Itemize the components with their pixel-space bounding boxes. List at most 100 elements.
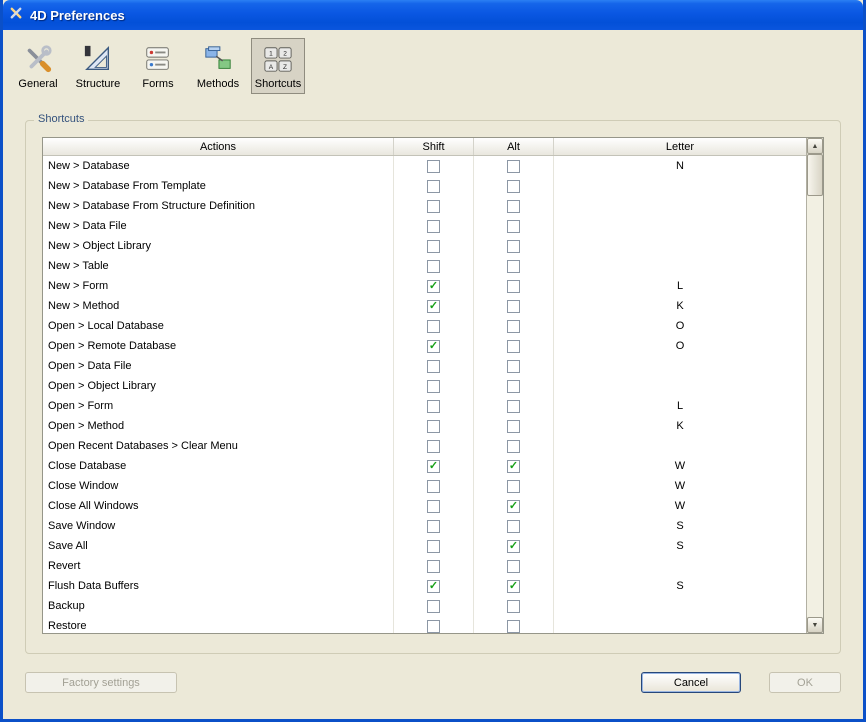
scrollbar-track[interactable] bbox=[807, 154, 823, 617]
shift-checkbox[interactable] bbox=[427, 380, 440, 393]
ok-button[interactable]: OK bbox=[769, 672, 841, 693]
table-row[interactable]: New > Database From Structure Definition bbox=[43, 196, 806, 216]
shift-checkbox[interactable]: ✓ bbox=[427, 460, 440, 473]
toolbar-item-shortcuts[interactable]: 12AZShortcuts bbox=[251, 38, 305, 94]
column-header-shift[interactable]: Shift bbox=[394, 138, 474, 155]
alt-cell bbox=[474, 556, 554, 576]
table-row[interactable]: Open > Object Library bbox=[43, 376, 806, 396]
shift-checkbox[interactable] bbox=[427, 240, 440, 253]
column-header-letter[interactable]: Letter bbox=[554, 138, 806, 155]
table-row[interactable]: New > Database From Template bbox=[43, 176, 806, 196]
alt-checkbox[interactable] bbox=[507, 440, 520, 453]
alt-checkbox[interactable] bbox=[507, 360, 520, 373]
scrollbar-thumb[interactable] bbox=[807, 154, 823, 196]
alt-checkbox[interactable]: ✓ bbox=[507, 580, 520, 593]
toolbar-item-general[interactable]: General bbox=[11, 38, 65, 94]
table-row[interactable]: Open > Local DatabaseO bbox=[43, 316, 806, 336]
shift-checkbox[interactable]: ✓ bbox=[427, 580, 440, 593]
vertical-scrollbar[interactable]: ▲ ▼ bbox=[806, 138, 823, 633]
table-row[interactable]: Close All Windows✓W bbox=[43, 496, 806, 516]
table-row[interactable]: Save All✓S bbox=[43, 536, 806, 556]
shift-checkbox[interactable] bbox=[427, 200, 440, 213]
table-row[interactable]: New > Method✓K bbox=[43, 296, 806, 316]
scroll-up-icon[interactable]: ▲ bbox=[807, 138, 823, 154]
table-row[interactable]: New > Table bbox=[43, 256, 806, 276]
shift-checkbox[interactable] bbox=[427, 220, 440, 233]
table-row[interactable]: Open > Remote Database✓O bbox=[43, 336, 806, 356]
shift-checkbox[interactable] bbox=[427, 540, 440, 553]
alt-checkbox[interactable] bbox=[507, 340, 520, 353]
alt-checkbox[interactable]: ✓ bbox=[507, 460, 520, 473]
table-row[interactable]: Backup bbox=[43, 596, 806, 616]
table-row[interactable]: New > DatabaseN bbox=[43, 156, 806, 176]
column-header-alt[interactable]: Alt bbox=[474, 138, 554, 155]
alt-checkbox[interactable] bbox=[507, 420, 520, 433]
table-row[interactable]: Flush Data Buffers✓✓S bbox=[43, 576, 806, 596]
shift-checkbox[interactable] bbox=[427, 260, 440, 273]
shift-cell: ✓ bbox=[394, 276, 474, 296]
table-row[interactable]: Open Recent Databases > Clear Menu bbox=[43, 436, 806, 456]
shift-cell bbox=[394, 376, 474, 396]
alt-checkbox[interactable] bbox=[507, 200, 520, 213]
shift-checkbox[interactable] bbox=[427, 560, 440, 573]
table-row[interactable]: New > Data File bbox=[43, 216, 806, 236]
alt-checkbox[interactable] bbox=[507, 220, 520, 233]
toolbar-item-structure[interactable]: Structure bbox=[71, 38, 125, 94]
toolbar-item-forms[interactable]: Forms bbox=[131, 38, 185, 94]
table-row[interactable]: Open > Data File bbox=[43, 356, 806, 376]
alt-checkbox[interactable] bbox=[507, 600, 520, 613]
window-title: 4D Preferences bbox=[30, 8, 125, 23]
shift-checkbox[interactable] bbox=[427, 480, 440, 493]
shift-checkbox[interactable] bbox=[427, 320, 440, 333]
alt-checkbox[interactable] bbox=[507, 400, 520, 413]
shift-checkbox[interactable] bbox=[427, 440, 440, 453]
alt-checkbox[interactable] bbox=[507, 560, 520, 573]
alt-cell: ✓ bbox=[474, 536, 554, 556]
alt-checkbox[interactable] bbox=[507, 480, 520, 493]
alt-checkbox[interactable] bbox=[507, 260, 520, 273]
shift-checkbox[interactable] bbox=[427, 520, 440, 533]
shift-checkbox[interactable]: ✓ bbox=[427, 280, 440, 293]
table-row[interactable]: Revert bbox=[43, 556, 806, 576]
alt-checkbox[interactable] bbox=[507, 180, 520, 193]
alt-checkbox[interactable] bbox=[507, 280, 520, 293]
structure-icon bbox=[82, 43, 114, 75]
alt-checkbox[interactable] bbox=[507, 240, 520, 253]
table-row[interactable]: Open > FormL bbox=[43, 396, 806, 416]
action-label: New > Form bbox=[43, 276, 394, 296]
shift-checkbox[interactable] bbox=[427, 360, 440, 373]
alt-checkbox[interactable] bbox=[507, 380, 520, 393]
shift-checkbox[interactable] bbox=[427, 420, 440, 433]
table-row[interactable]: Save WindowS bbox=[43, 516, 806, 536]
table-row[interactable]: Restore bbox=[43, 616, 806, 633]
shift-checkbox[interactable]: ✓ bbox=[427, 300, 440, 313]
table-row[interactable]: Open > MethodK bbox=[43, 416, 806, 436]
factory-settings-button[interactable]: Factory settings bbox=[25, 672, 177, 693]
titlebar[interactable]: 4D Preferences bbox=[3, 0, 863, 30]
cancel-button[interactable]: Cancel bbox=[641, 672, 741, 693]
shift-checkbox[interactable] bbox=[427, 620, 440, 633]
table-header: Actions Shift Alt Letter bbox=[43, 138, 806, 156]
shift-checkbox[interactable]: ✓ bbox=[427, 340, 440, 353]
letter-value: L bbox=[554, 276, 806, 296]
alt-checkbox[interactable] bbox=[507, 160, 520, 173]
shift-checkbox[interactable] bbox=[427, 180, 440, 193]
table-row[interactable]: Close Database✓✓W bbox=[43, 456, 806, 476]
action-label: Save Window bbox=[43, 516, 394, 536]
shift-checkbox[interactable] bbox=[427, 160, 440, 173]
alt-checkbox[interactable] bbox=[507, 520, 520, 533]
scroll-down-icon[interactable]: ▼ bbox=[807, 617, 823, 633]
column-header-actions[interactable]: Actions bbox=[43, 138, 394, 155]
table-row[interactable]: New > Object Library bbox=[43, 236, 806, 256]
shift-checkbox[interactable] bbox=[427, 600, 440, 613]
alt-checkbox[interactable] bbox=[507, 320, 520, 333]
alt-checkbox[interactable]: ✓ bbox=[507, 540, 520, 553]
shift-checkbox[interactable] bbox=[427, 500, 440, 513]
table-row[interactable]: Close WindowW bbox=[43, 476, 806, 496]
table-row[interactable]: New > Form ✓ L bbox=[43, 276, 806, 296]
alt-checkbox[interactable] bbox=[507, 300, 520, 313]
shift-checkbox[interactable] bbox=[427, 400, 440, 413]
toolbar-item-methods[interactable]: Methods bbox=[191, 38, 245, 94]
alt-checkbox[interactable]: ✓ bbox=[507, 500, 520, 513]
alt-checkbox[interactable] bbox=[507, 620, 520, 633]
